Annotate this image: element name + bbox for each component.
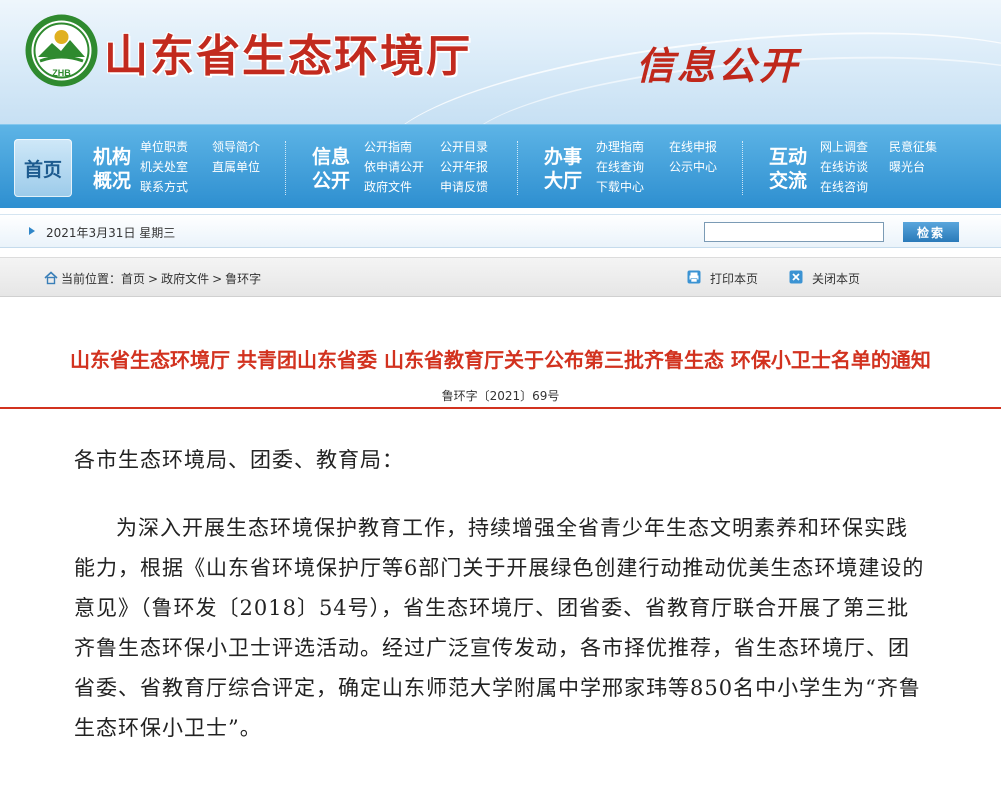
title-divider (0, 407, 1001, 409)
nav-link-contact[interactable]: 联系方式 (140, 180, 188, 194)
article-paragraph: 为深入开展生态环境保护教育工作，持续增强全省青少年生态文明素养和环保实践能力，根… (74, 516, 925, 740)
breadcrumb-link-home[interactable]: 首页 (121, 272, 145, 286)
nav-home-button[interactable]: 首页 (14, 139, 72, 197)
nav-group-title-line: 机构 (92, 146, 131, 168)
nav-link-offices[interactable]: 机关处室 (140, 160, 188, 174)
nav-link-notice-center[interactable]: 公示中心 (669, 160, 717, 174)
nav-group-title-interact[interactable]: 互动 交流 (768, 145, 808, 193)
nav-group-title-org[interactable]: 机构 概况 (92, 145, 132, 193)
site-header: ZHB 山东省生态环境厅 信息公开 (0, 0, 1001, 124)
nav-link-guide[interactable]: 公开指南 (364, 140, 412, 154)
nav-link-duties[interactable]: 单位职责 (140, 140, 188, 154)
nav-group-title-line: 信息 (311, 146, 350, 168)
nav-group-title-line: 大厅 (543, 170, 582, 192)
nav-link-survey[interactable]: 网上调查 (820, 140, 868, 154)
nav-link-feedback[interactable]: 申请反馈 (440, 180, 488, 194)
nav-group-title-line: 交流 (768, 170, 807, 192)
nav-link-gov-docs[interactable]: 政府文件 (364, 180, 412, 194)
breadcrumb-separator: > (212, 272, 223, 286)
nav-link-annual-report[interactable]: 公开年报 (440, 160, 488, 174)
arrow-right-icon (29, 227, 35, 235)
nav-divider (517, 141, 518, 195)
home-icon (44, 271, 58, 285)
nav-link-opinion[interactable]: 民意征集 (889, 140, 937, 154)
breadcrumb: 当前位置：首页 > 政府文件 > 鲁环字 (61, 270, 261, 287)
nav-divider (742, 141, 743, 195)
nav-group-title-line: 办事 (543, 146, 582, 168)
section-slogan: 信息公开 (636, 44, 801, 88)
breadcrumb-prefix: 当前位置： (61, 272, 122, 286)
print-icon[interactable] (687, 270, 701, 284)
nav-link-leaders[interactable]: 领导简介 (212, 140, 260, 154)
nav-link-interview[interactable]: 在线访谈 (820, 160, 868, 174)
article-title: 山东省生态环境厅 共青团山东省委 山东省教育厅关于公布第三批齐鲁生态 环保小卫士… (70, 348, 931, 372)
close-icon[interactable] (789, 270, 803, 284)
breadcrumb-bar: 当前位置：首页 > 政府文件 > 鲁环字 打印本页 关闭本页 (0, 257, 1001, 297)
date-search-bar: 2021年3月31日 星期三 检索 (0, 214, 1001, 248)
nav-link-exposure[interactable]: 曝光台 (889, 160, 925, 174)
nav-divider (285, 141, 286, 195)
site-logo-icon[interactable]: ZHB (24, 13, 99, 88)
nav-link-apply[interactable]: 依申请公开 (364, 160, 424, 174)
breadcrumb-link-current[interactable]: 鲁环字 (225, 272, 261, 286)
document-number: 鲁环字〔2021〕69号 (441, 389, 560, 403)
article-body: 各市生态环境局、团委、教育局： 为深入开展生态环境保护教育工作，持续增强全省青少… (74, 440, 926, 748)
nav-group-title-info[interactable]: 信息 公开 (311, 145, 351, 193)
nav-group-title-line: 互动 (768, 146, 807, 168)
nav-link-service-guide[interactable]: 办理指南 (596, 140, 644, 154)
nav-group-title-service[interactable]: 办事 大厅 (543, 145, 583, 193)
site-title[interactable]: 山东省生态环境厅 (104, 20, 472, 84)
nav-link-download[interactable]: 下载中心 (596, 180, 644, 194)
print-page-link[interactable]: 打印本页 (710, 270, 758, 287)
breadcrumb-separator: > (148, 272, 159, 286)
nav-link-online-apply[interactable]: 在线申报 (669, 140, 717, 154)
current-date: 2021年3月31日 星期三 (46, 226, 176, 240)
nav-link-subunits[interactable]: 直属单位 (212, 160, 260, 174)
logo-text: ZHB (52, 68, 71, 78)
nav-group-title-line: 公开 (311, 170, 350, 192)
nav-link-catalog[interactable]: 公开目录 (440, 140, 488, 154)
nav-link-online-query[interactable]: 在线查询 (596, 160, 644, 174)
close-page-link[interactable]: 关闭本页 (812, 270, 860, 287)
breadcrumb-link-gov-docs[interactable]: 政府文件 (161, 272, 209, 286)
nav-group-title-line: 概况 (92, 170, 131, 192)
search-button[interactable]: 检索 (903, 222, 959, 242)
search-input[interactable] (704, 222, 884, 242)
main-nav: 首页 机构 概况 单位职责 领导简介 机关处室 直属单位 联系方式 信息 公开 … (0, 124, 1001, 208)
nav-link-consult[interactable]: 在线咨询 (820, 180, 868, 194)
salutation: 各市生态环境局、团委、教育局： (74, 448, 404, 472)
